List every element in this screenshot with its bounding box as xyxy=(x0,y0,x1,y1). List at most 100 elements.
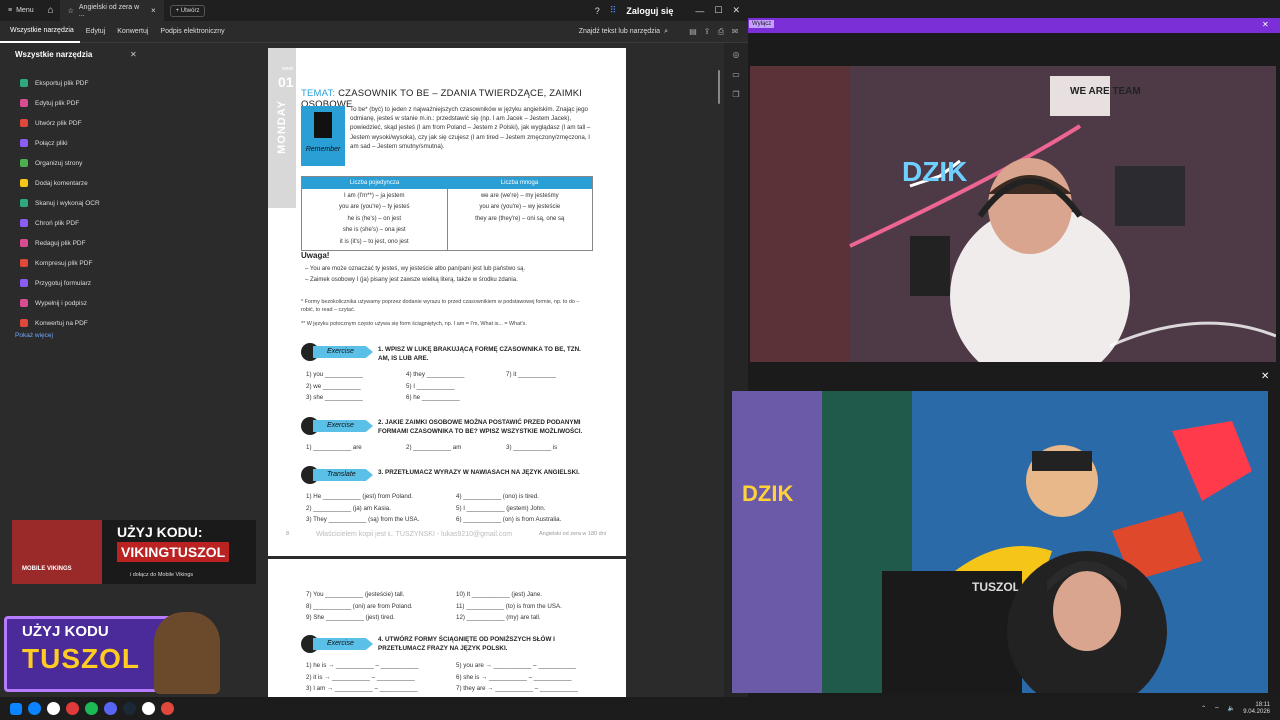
exercise-item[interactable]: 2) ___________ (ja) am Kasia. xyxy=(306,503,456,515)
star-icon[interactable]: ☆ xyxy=(68,7,74,15)
tab-convert[interactable]: Konwertuj xyxy=(111,21,154,43)
comment-icon[interactable]: ▭ xyxy=(724,65,748,85)
taskbar-app-icon[interactable] xyxy=(123,702,136,715)
exercise-row: 3) They ___________ (są) from the USA. 6)… xyxy=(306,514,596,526)
exercise-item[interactable]: 10) It ___________ (jest) Jane. xyxy=(456,589,596,601)
exercise-item[interactable]: 12) ___________ (my) are tall. xyxy=(456,612,596,624)
exercise-item[interactable]: 5) I ___________ xyxy=(406,381,506,393)
exercise-item[interactable]: 5) you are → ___________ – ___________ xyxy=(456,660,596,672)
title-bar: ≡ Menu ⌂ ☆ Angielski od zera w ... × + U… xyxy=(0,0,748,21)
home-icon[interactable]: ⌂ xyxy=(42,5,60,16)
browser-top-bar xyxy=(748,0,1280,18)
tool-item[interactable]: Wypełnij i podpisz xyxy=(20,293,100,313)
disable-button[interactable]: Wyłącz xyxy=(749,20,775,28)
exercise-item[interactable] xyxy=(506,392,596,404)
tool-icon xyxy=(20,279,28,287)
taskbar-app-icon[interactable] xyxy=(66,702,79,715)
search-icon[interactable]: ⌕ xyxy=(664,28,668,36)
exercise-item[interactable]: 1) you ___________ xyxy=(306,369,406,381)
exercise-item[interactable]: 11) ___________ (to) is from the USA. xyxy=(456,601,596,613)
close-icon[interactable]: ✕ xyxy=(1262,20,1269,29)
exercise-item[interactable]: 6) ___________ (on) is from Australia. xyxy=(456,514,596,526)
new-tab-button[interactable]: + Utwórz xyxy=(169,4,206,17)
tab-esign[interactable]: Podpis elektroniczny xyxy=(154,21,230,43)
exercise-item[interactable]: 1) he is → ___________ – ___________ xyxy=(306,660,456,672)
exercise-item[interactable]: 3) I am → ___________ – ___________ xyxy=(306,683,456,695)
apps-grid-icon[interactable]: ⠿ xyxy=(610,5,617,16)
clock[interactable]: 18:11 9.04.2026 xyxy=(1243,702,1270,716)
tool-item[interactable]: Redaguj plik PDF xyxy=(20,233,100,253)
print-icon[interactable]: ⎙ xyxy=(714,27,728,37)
save-icon[interactable]: ▤ xyxy=(686,27,700,36)
tab-edit[interactable]: Edytuj xyxy=(80,21,111,43)
footnote-2: ** W języku potocznym często używa się f… xyxy=(301,321,527,327)
help-icon[interactable]: ? xyxy=(595,6,600,16)
exercise-item[interactable]: 8) ___________ (oni) are from Poland. xyxy=(306,601,456,613)
pages-icon[interactable]: ❐ xyxy=(724,85,748,105)
exercise-item[interactable] xyxy=(506,381,596,393)
tool-item[interactable]: Chroń plik PDF xyxy=(20,213,100,233)
maximize-icon[interactable]: ☐ xyxy=(714,5,722,16)
tab-all-tools[interactable]: Wszystkie narzędzia xyxy=(0,21,80,43)
taskbar-app-icon[interactable] xyxy=(104,702,117,715)
close-tab-icon[interactable]: × xyxy=(151,6,156,15)
share-icon[interactable]: ⇪ xyxy=(700,27,714,36)
exercise-item[interactable]: 6) she is → ___________ – ___________ xyxy=(456,672,596,684)
close-icon[interactable]: ✕ xyxy=(1261,371,1269,382)
tool-item[interactable]: Kompresuj plik PDF xyxy=(20,253,100,273)
exercise-item[interactable]: 7) it ___________ xyxy=(506,369,596,381)
exercise-item[interactable]: 5) I ___________ (jestem) John. xyxy=(456,503,596,515)
tool-icon xyxy=(20,219,28,227)
close-window-icon[interactable]: ✕ xyxy=(732,5,740,16)
document-tab[interactable]: ☆ Angielski od zera w ... × xyxy=(59,0,164,21)
exercise-item[interactable]: 3) she ___________ xyxy=(306,392,406,404)
exercise-item[interactable]: 4) they ___________ xyxy=(406,369,506,381)
exercise-item[interactable]: 4) ___________ (ono) is tired. xyxy=(456,491,596,503)
login-button[interactable]: Zaloguj się xyxy=(626,6,673,16)
exercise-item[interactable]: 7) You ___________ (jesteście) tall. xyxy=(306,589,456,601)
exercise-item[interactable]: 3) They ___________ (są) from the USA. xyxy=(306,514,456,526)
taskbar-app-icon[interactable] xyxy=(161,702,174,715)
acrobat-window: ≡ Menu ⌂ ☆ Angielski od zera w ... × + U… xyxy=(0,0,748,697)
tool-item[interactable]: Połącz pliki xyxy=(20,133,100,153)
taskbar-app-icon[interactable] xyxy=(28,702,41,715)
exercise-item[interactable]: 2) ___________ am xyxy=(406,442,506,454)
exercise-3-title: 3. PRZETŁUMACZ WYRAZY W NAWIASACH NA JĘZ… xyxy=(378,469,580,476)
find-tools[interactable]: Znajdź tekst lub narzędzia ⌕ xyxy=(579,28,676,36)
close-panel-icon[interactable]: ✕ xyxy=(130,50,137,59)
tool-item[interactable]: Konwertuj na PDF xyxy=(20,313,100,333)
menu-button[interactable]: ≡ Menu xyxy=(0,0,42,21)
minimize-icon[interactable]: — xyxy=(695,6,704,16)
mail-icon[interactable]: ✉ xyxy=(728,27,742,36)
show-more-link[interactable]: Pokaż więcej xyxy=(15,332,53,339)
ai-assistant-icon[interactable]: ◎ xyxy=(724,45,748,65)
table-cell: I am (I'm**) – ja jestem xyxy=(344,193,405,199)
taskbar-app-icon[interactable] xyxy=(47,702,60,715)
network-icon[interactable]: ⌔ xyxy=(1214,705,1220,713)
vertical-scrollbar[interactable] xyxy=(718,70,720,104)
tool-item[interactable]: Edytuj plik PDF xyxy=(20,93,100,113)
exercise-1-rows: 1) you ___________ 4) they ___________ 7) … xyxy=(306,369,596,404)
taskbar-app-icon[interactable] xyxy=(142,702,155,715)
exercise-item[interactable]: 2) it is → ___________ – ___________ xyxy=(306,672,456,684)
day-number: 01 xyxy=(278,74,294,90)
exercise-item[interactable]: 9) She ___________ (jest) tired. xyxy=(306,612,456,624)
taskbar-app-icon[interactable] xyxy=(85,702,98,715)
exercise-item[interactable]: 3) ___________ is xyxy=(506,442,596,454)
start-icon[interactable] xyxy=(10,702,22,715)
document-area[interactable]: week 01 MONDAY TEMAT: CZASOWNIK TO BE – … xyxy=(148,43,724,697)
exercise-item[interactable]: 7) they are → ___________ – ___________ xyxy=(456,683,596,695)
tool-item[interactable]: Przygotuj formularz xyxy=(20,273,100,293)
tool-item[interactable]: Utwórz plik PDF xyxy=(20,113,100,133)
exercise-item[interactable]: 1) ___________ are xyxy=(306,442,406,454)
exercise-item[interactable]: 2) we ___________ xyxy=(306,381,406,393)
chevron-up-icon[interactable]: ⌃ xyxy=(1201,705,1206,712)
exercise-item[interactable]: 6) he ___________ xyxy=(406,392,506,404)
tool-item[interactable]: Eksportuj plik PDF xyxy=(20,73,100,93)
table-cell: you are (you're) – ty jesteś xyxy=(338,204,410,211)
tool-item[interactable]: Skanuj i wykonaj OCR xyxy=(20,193,100,213)
exercise-item[interactable]: 1) He ___________ (jest) from Poland. xyxy=(306,491,456,503)
tool-item[interactable]: Organizuj strony xyxy=(20,153,100,173)
volume-icon[interactable]: 🔈 xyxy=(1228,705,1235,712)
tool-item[interactable]: Dodaj komentarze xyxy=(20,173,100,193)
